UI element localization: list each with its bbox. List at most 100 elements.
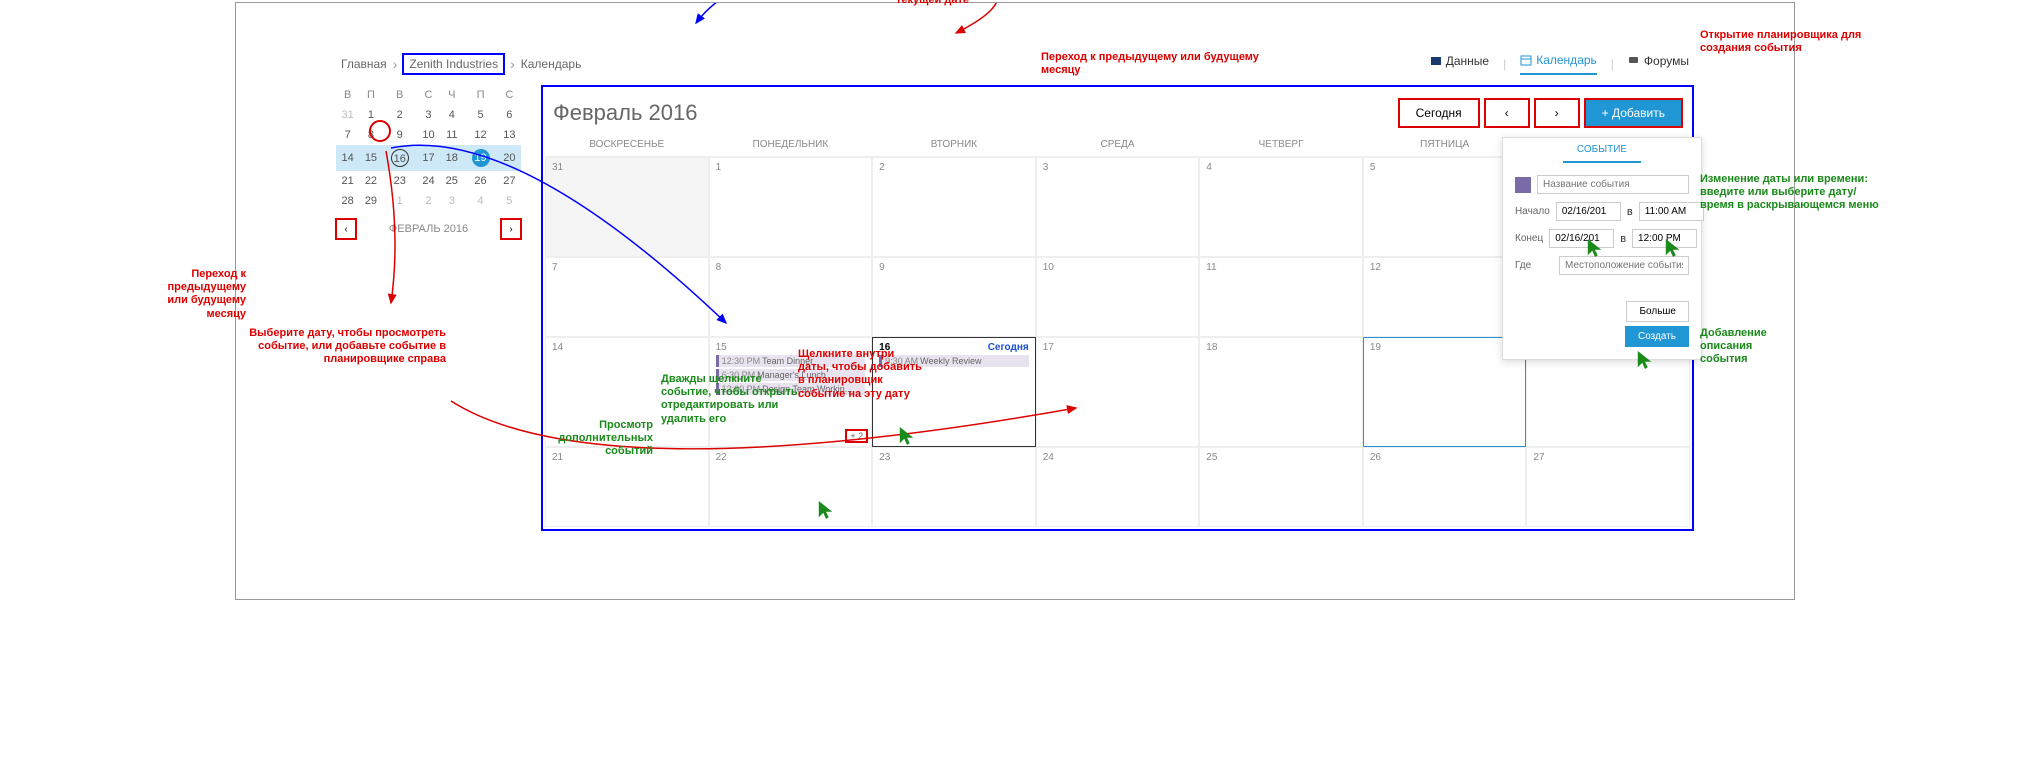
event-chip[interactable]: 6:30 PMManager's Lunch bbox=[716, 369, 866, 381]
mini-next-button[interactable]: › bbox=[501, 219, 521, 239]
add-event-button[interactable]: + Добавить bbox=[1585, 99, 1682, 127]
create-button[interactable]: Создать bbox=[1625, 326, 1689, 347]
mini-day[interactable]: 11 bbox=[440, 125, 463, 145]
calendar-day[interactable]: 31 bbox=[545, 157, 709, 257]
calendar-day[interactable]: 26 bbox=[1363, 447, 1527, 527]
mini-day[interactable]: 2 bbox=[383, 105, 417, 125]
start-time-input[interactable] bbox=[1639, 202, 1704, 221]
next-month-button[interactable]: › bbox=[1535, 99, 1579, 127]
tab-forums[interactable]: Форумы bbox=[1628, 54, 1689, 74]
mini-day[interactable]: 6 bbox=[498, 105, 521, 125]
anno-changedate: Изменение даты или времени: введите или … bbox=[1700, 173, 1880, 213]
day-number: 31 bbox=[552, 162, 563, 173]
mini-day[interactable]: 22 bbox=[359, 171, 382, 191]
weekday-label: ВТОРНИК bbox=[872, 139, 1036, 150]
prev-month-button[interactable]: ‹ bbox=[1485, 99, 1529, 127]
mini-day[interactable]: 7 bbox=[336, 125, 359, 145]
mini-day[interactable]: 29 bbox=[359, 191, 382, 211]
calendar-day[interactable]: 18 bbox=[1199, 337, 1363, 447]
weekday-label: СРЕДА bbox=[1036, 139, 1200, 150]
mini-day[interactable]: 19 bbox=[463, 145, 497, 171]
event-chip[interactable]: 12:00 PMDesign Team Workin... bbox=[716, 383, 866, 395]
mini-day[interactable]: 5 bbox=[463, 105, 497, 125]
calendar-day[interactable]: 11 bbox=[1199, 257, 1363, 337]
calendar-title: Февраль 2016 bbox=[553, 100, 697, 126]
event-name-input[interactable] bbox=[1537, 175, 1689, 194]
day-number: 3 bbox=[1043, 162, 1049, 173]
crumb-calendar[interactable]: Календарь bbox=[521, 57, 582, 71]
crumb-home[interactable]: Главная bbox=[341, 57, 387, 71]
location-input[interactable] bbox=[1559, 256, 1689, 275]
mini-day[interactable]: 26 bbox=[463, 171, 497, 191]
mini-day[interactable]: 16 bbox=[383, 145, 417, 171]
mini-day[interactable]: 2 bbox=[417, 191, 440, 211]
calendar-day[interactable]: 3 bbox=[1036, 157, 1200, 257]
end-date-input[interactable] bbox=[1549, 229, 1614, 248]
mini-day[interactable]: 3 bbox=[440, 191, 463, 211]
mini-day[interactable]: 15 bbox=[359, 145, 382, 171]
end-time-input[interactable] bbox=[1632, 229, 1697, 248]
calendar-day[interactable]: 14 bbox=[545, 337, 709, 447]
mini-day[interactable]: 5 bbox=[498, 191, 521, 211]
mini-prev-button[interactable]: ‹ bbox=[336, 219, 356, 239]
weekday-label: ПОНЕДЕЛЬНИК bbox=[709, 139, 873, 150]
calendar-day[interactable]: 23 bbox=[872, 447, 1036, 527]
tab-data[interactable]: Данные bbox=[1430, 54, 1489, 74]
mini-day[interactable]: 21 bbox=[336, 171, 359, 191]
mini-day[interactable]: 23 bbox=[383, 171, 417, 191]
tab-data-label: Данные bbox=[1446, 54, 1489, 68]
calendar-day[interactable]: 7 bbox=[545, 257, 709, 337]
start-date-input[interactable] bbox=[1556, 202, 1621, 221]
event-chip[interactable]: 9:30 AMWeekly Review bbox=[879, 355, 1029, 367]
event-chip[interactable]: 12:30 PMTeam Dinner bbox=[716, 355, 866, 367]
calendar-day[interactable]: 25 bbox=[1199, 447, 1363, 527]
day-number: 27 bbox=[1533, 452, 1544, 463]
tab-calendar[interactable]: Календарь bbox=[1520, 53, 1597, 75]
calendar-day[interactable]: 1 bbox=[709, 157, 873, 257]
calendar-day[interactable]: 1512:30 PMTeam Dinner6:30 PMManager's Lu… bbox=[709, 337, 873, 447]
mini-day[interactable]: 27 bbox=[498, 171, 521, 191]
mini-day[interactable]: 31 bbox=[336, 105, 359, 125]
calendar-day[interactable]: 22 bbox=[709, 447, 873, 527]
mini-day[interactable]: 17 bbox=[417, 145, 440, 171]
mini-day[interactable]: 20 bbox=[498, 145, 521, 171]
calendar-day[interactable]: 2 bbox=[872, 157, 1036, 257]
calendar: Февраль 2016 Сегодня ‹ › + Добавить ВОСК… bbox=[541, 85, 1694, 531]
anno-open: Открытие планировщика для создания событ… bbox=[1700, 29, 1880, 55]
mini-day[interactable]: 1 bbox=[383, 191, 417, 211]
calendar-day[interactable]: 9 bbox=[872, 257, 1036, 337]
mini-day[interactable]: 1 bbox=[359, 105, 382, 125]
mini-day[interactable]: 3 bbox=[417, 105, 440, 125]
more-events-button[interactable]: + 2 bbox=[846, 430, 867, 442]
mini-day[interactable]: 12 bbox=[463, 125, 497, 145]
mini-day[interactable]: 4 bbox=[440, 105, 463, 125]
mini-day[interactable]: 25 bbox=[440, 171, 463, 191]
chat-icon bbox=[1628, 55, 1640, 67]
calendar-day[interactable]: 17 bbox=[1036, 337, 1200, 447]
tab-sep: | bbox=[1503, 57, 1506, 71]
more-button[interactable]: Больше bbox=[1626, 301, 1689, 322]
start-label: Начало bbox=[1515, 206, 1550, 217]
calendar-day[interactable]: 24 bbox=[1036, 447, 1200, 527]
mini-day[interactable]: 4 bbox=[463, 191, 497, 211]
crumb-project[interactable]: Zenith Industries bbox=[403, 54, 504, 74]
mini-day[interactable]: 13 bbox=[498, 125, 521, 145]
mini-day[interactable]: 10 bbox=[417, 125, 440, 145]
today-button[interactable]: Сегодня bbox=[1399, 99, 1479, 127]
tab-calendar-label: Календарь bbox=[1536, 53, 1597, 67]
calendar-day[interactable]: 10 bbox=[1036, 257, 1200, 337]
mini-day[interactable]: 14 bbox=[336, 145, 359, 171]
calendar-day[interactable]: 27 bbox=[1526, 447, 1690, 527]
calendar-day[interactable]: 16Сегодня9:30 AMWeekly Review bbox=[872, 337, 1036, 447]
calendar-day[interactable]: 4 bbox=[1199, 157, 1363, 257]
color-swatch[interactable] bbox=[1515, 177, 1531, 193]
view-tabs: Данные | Календарь | Форумы bbox=[1430, 53, 1689, 75]
popover-tab[interactable]: СОБЫТИЕ bbox=[1563, 138, 1641, 163]
mini-day[interactable]: 18 bbox=[440, 145, 463, 171]
mini-day[interactable]: 28 bbox=[336, 191, 359, 211]
mini-day[interactable]: 9 bbox=[383, 125, 417, 145]
calendar-day[interactable]: 8 bbox=[709, 257, 873, 337]
mini-day[interactable]: 8 bbox=[359, 125, 382, 145]
mini-day[interactable]: 24 bbox=[417, 171, 440, 191]
calendar-day[interactable]: 21 bbox=[545, 447, 709, 527]
